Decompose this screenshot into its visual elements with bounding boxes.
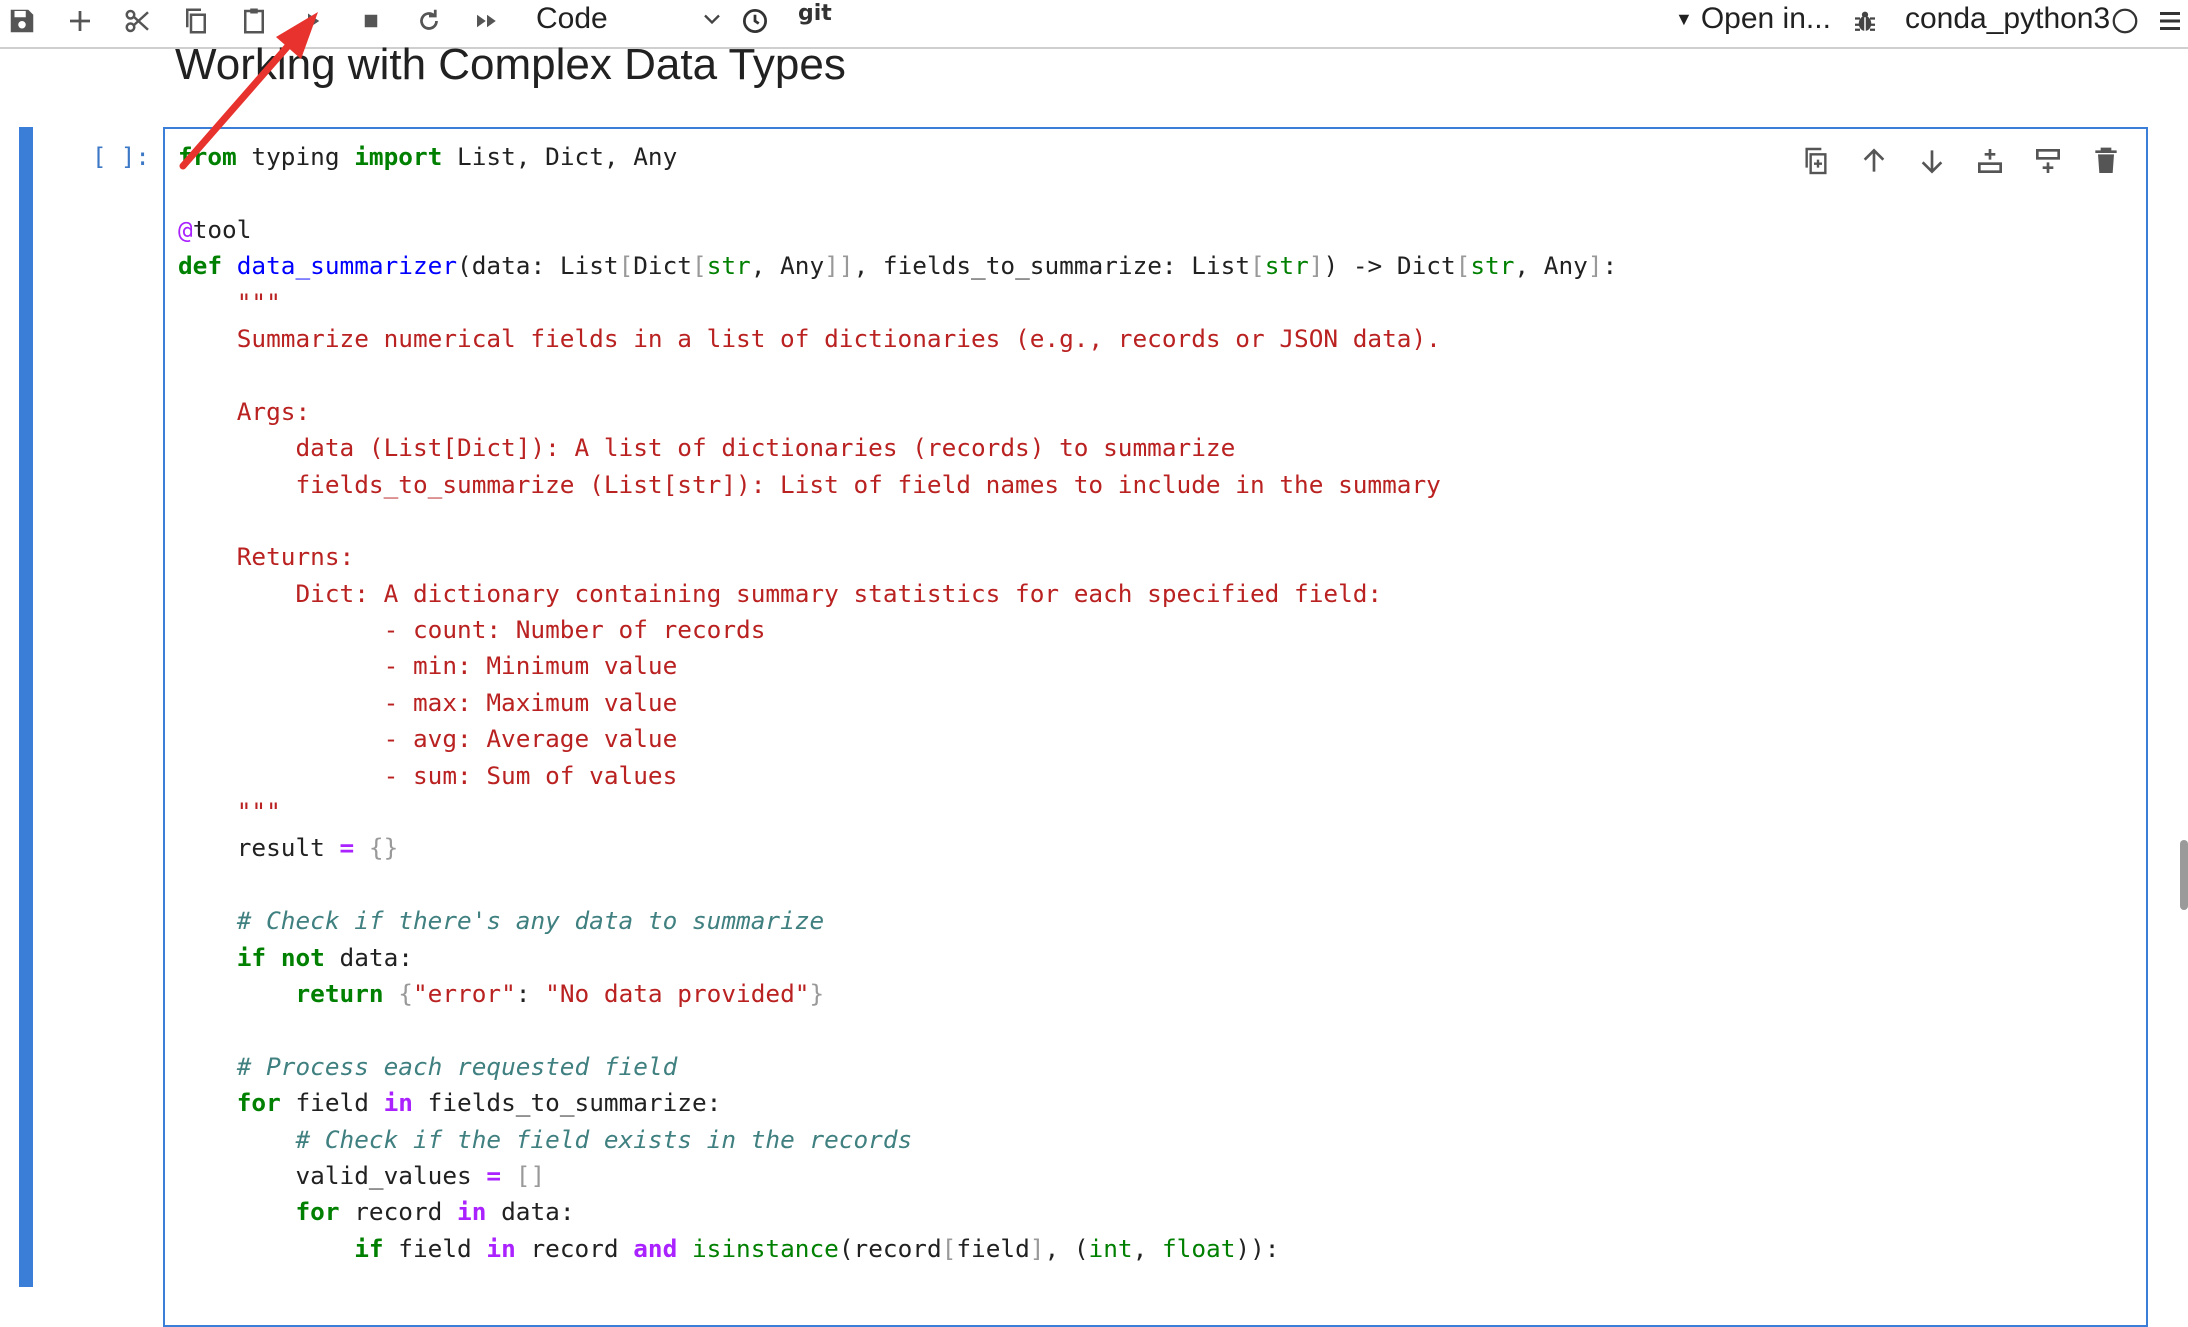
code-line: if not data: [236,942,413,972]
copy-icon [186,8,206,34]
history-button[interactable] [733,2,777,40]
fast-forward-icon [477,14,496,28]
insert-cell-button[interactable] [58,2,102,40]
move-down-icon [1921,150,1943,174]
execution-count-prompt: [ ]: [92,143,150,171]
code-line: if field in record and isinstance(record… [354,1233,1280,1263]
play-icon [308,13,320,29]
cut-button[interactable] [116,2,160,40]
move-cell-down-button[interactable] [1912,141,1952,181]
debugger-button[interactable] [1843,2,1887,40]
code-line: """ [178,287,281,317]
open-in-label: Open in... [1700,2,1831,35]
insert-cell-above-button[interactable] [1970,141,2010,181]
caret-down-icon: ▼ [1675,8,1693,29]
insert-below-icon [2036,149,2060,173]
code-line: fields_to_summarize (List[str]): List of… [178,469,1441,499]
bug-icon [1855,11,1875,31]
code-line: from typing import List, Dict, Any [178,142,678,171]
save-icon [10,9,34,33]
move-cell-up-button[interactable] [1854,141,1894,181]
cell-collapser[interactable] [19,127,33,1287]
paste-button[interactable] [232,2,276,40]
restart-icon [420,9,438,30]
code-line: for record in data: [295,1197,575,1227]
save-button[interactable] [0,2,44,40]
open-in-button[interactable]: ▼ Open in... [1675,0,1831,38]
menu-button[interactable] [2148,2,2188,40]
cell-toolbar [1796,141,2126,181]
code-line: """ [178,797,281,827]
stop-icon [364,14,378,28]
kernel-status [2103,2,2147,40]
code-line: Summarize numerical fields in a list of … [178,323,1441,353]
hamburger-menu-icon [2160,12,2180,30]
move-up-icon [1863,148,1885,172]
kernel-idle-circle-icon [2112,8,2138,34]
code-line: - sum: Sum of values [178,760,678,790]
code-line: # Process each requested field [236,1051,678,1081]
code-line: Returns: [178,542,355,572]
copy-button[interactable] [174,2,218,40]
code-line: Args: [178,396,311,426]
kernel-name[interactable]: conda_python3 [1905,0,2110,38]
code-content[interactable]: from typing import List, Dict, Any @tool d… [178,139,1617,1267]
markdown-heading: Working with Complex Data Types [175,40,846,89]
run-cell-button[interactable] [291,2,335,40]
chevron-down-icon [704,14,720,25]
interrupt-kernel-button[interactable] [349,2,393,40]
code-line: - avg: Average value [178,724,678,754]
git-button[interactable]: git [798,1,832,26]
clipboard-icon [244,8,264,34]
delete-icon [2095,147,2117,173]
clock-icon [743,9,767,33]
cell-type-select[interactable]: Code [536,0,726,38]
code-line: def data_summarizer(data: List[Dict[str,… [178,251,1618,281]
restart-kernel-button[interactable] [407,2,451,40]
scrollbar-thumb[interactable] [2180,840,2188,910]
code-line: # Check if the field exists in the recor… [295,1124,913,1154]
duplicate-cell-button[interactable] [1796,141,1836,181]
delete-cell-button[interactable] [2086,141,2126,181]
code-line: for field in fields_to_summarize: [236,1088,722,1118]
scissors-icon [125,9,149,33]
insert-above-icon [1978,149,2002,173]
restart-run-all-button[interactable] [465,2,509,40]
plus-icon [70,11,90,31]
code-line: valid_values = [] [178,1160,546,1190]
code-cell-editor[interactable]: from typing import List, Dict, Any @tool d… [163,127,2148,1327]
code-line: # Check if there's any data to summarize [236,906,825,936]
code-line: - count: Number of records [178,615,766,645]
duplicate-icon [1805,147,1827,175]
code-line: result = {} [178,833,399,863]
insert-cell-below-button[interactable] [2028,141,2068,181]
code-line: - max: Maximum value [178,687,678,717]
code-line: data (List[Dict]): A list of dictionarie… [178,433,1236,463]
cell-type-label: Code [536,2,608,35]
code-line: Dict: A dictionary containing summary st… [178,578,1383,608]
code-line: return {"error": "No data provided"} [295,978,825,1008]
code-line: - min: Minimum value [178,651,678,681]
code-line: @tool [178,214,252,244]
